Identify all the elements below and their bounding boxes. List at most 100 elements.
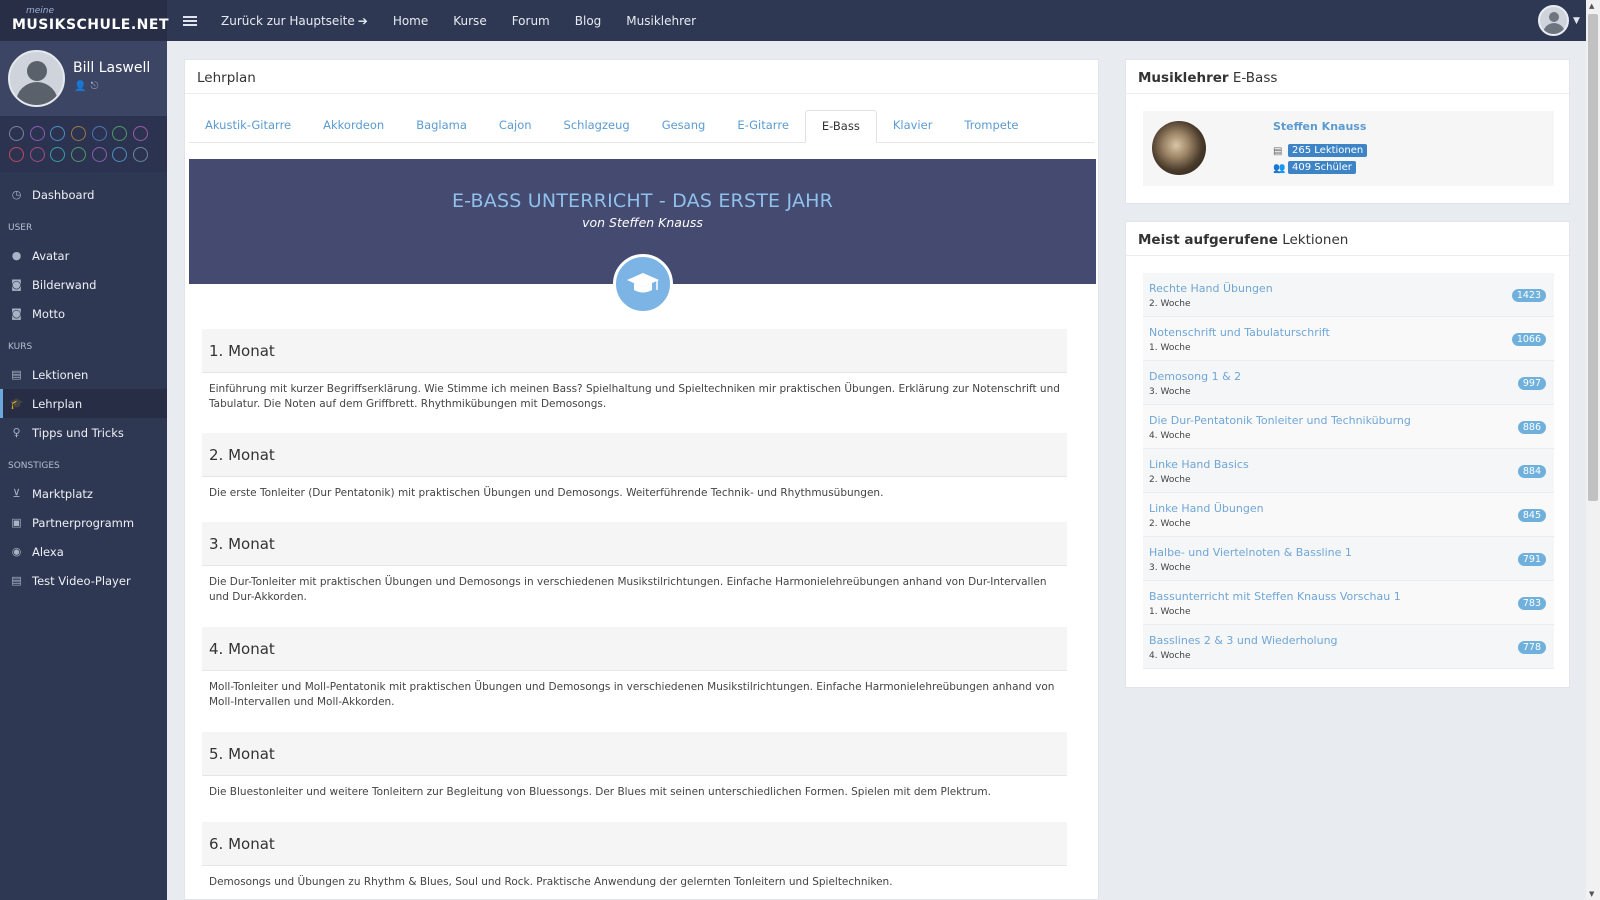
tab-baglama[interactable]: Baglama <box>400 110 483 143</box>
lesson-title-link[interactable]: Rechte Hand Übungen <box>1149 282 1273 295</box>
month-description: Die Dur-Tonleiter mit praktischen Übunge… <box>209 576 1047 603</box>
tab-cajon[interactable]: Cajon <box>483 110 548 143</box>
popular-lessons-list: Rechte Hand Übungen 2. Woche 1423 Notensch… <box>1143 273 1554 669</box>
page-scrollbar[interactable]: ▲ ▼ <box>1586 0 1600 900</box>
lesson-week: 3. Woche <box>1149 387 1191 397</box>
list-item[interactable]: Rechte Hand Übungen 2. Woche 1423 <box>1143 273 1554 317</box>
list-item[interactable]: Linke Hand Basics 2. Woche 884 <box>1143 449 1554 493</box>
theme-color-dot[interactable] <box>133 147 149 162</box>
lesson-title-link[interactable]: Linke Hand Basics <box>1149 458 1249 471</box>
graduation-cap-icon: 🎓 <box>9 397 24 410</box>
sidebar-item-lektionen[interactable]: ▤ Lektionen <box>0 360 167 389</box>
nav-back-to-main[interactable]: Zurück zur Hauptseite ➔ <box>221 14 368 28</box>
nav-musiklehrer[interactable]: Musiklehrer <box>626 14 696 28</box>
sidebar-item-bilderwand[interactable]: ◙ Bilderwand <box>0 270 167 299</box>
lesson-title-link[interactable]: Basslines 2 & 3 und Wiederholung <box>1149 634 1338 647</box>
chevron-down-icon[interactable]: ▼ <box>1573 16 1580 26</box>
logout-icon[interactable]: ⎋ <box>90 81 102 92</box>
nav-blog[interactable]: Blog <box>575 14 602 28</box>
sidebar-item-label: Lehrplan <box>32 396 83 411</box>
month-description: Einführung mit kurzer Begriffserklärung.… <box>209 383 1060 410</box>
students-count: 409 Schüler <box>1288 161 1356 174</box>
user-avatar-menu[interactable] <box>1538 5 1569 36</box>
theme-color-dot[interactable] <box>9 147 24 162</box>
theme-color-dot[interactable] <box>91 147 107 162</box>
theme-color-dot[interactable] <box>133 126 149 141</box>
theme-color-dot[interactable] <box>29 126 45 141</box>
lesson-title-link[interactable]: Demosong 1 & 2 <box>1149 370 1241 383</box>
tab-trompete[interactable]: Trompete <box>948 110 1034 143</box>
sidebar-item-dashboard[interactable]: ◷ Dashboard <box>0 180 167 209</box>
view-count-badge: 791 <box>1517 553 1546 566</box>
theme-color-dot[interactable] <box>91 126 107 141</box>
teacher-photo[interactable] <box>1152 121 1206 175</box>
lesson-week: 1. Woche <box>1149 607 1191 617</box>
sidebar-item-label: Lektionen <box>32 367 89 382</box>
tab-e-bass[interactable]: E-Bass <box>804 110 877 143</box>
list-item[interactable]: Notenschrift und Tabulaturschrift 1. Woch… <box>1143 317 1554 361</box>
sidebar-item-lehrplan[interactable]: 🎓 Lehrplan <box>0 389 167 418</box>
teacher-panel-title: Musiklehrer E-Bass <box>1126 60 1569 94</box>
sidebar-item-label: Partnerprogramm <box>32 515 135 530</box>
theme-color-dot[interactable] <box>9 126 24 141</box>
popular-title-bold: Meist aufgerufene <box>1138 232 1278 248</box>
nav-kurse[interactable]: Kurse <box>453 14 486 28</box>
lesson-title-link[interactable]: Linke Hand Übungen <box>1149 502 1264 515</box>
month-list: 1. Monat Einführung mit kurzer Begriffse… <box>202 329 1067 899</box>
sidebar-item-label: Alexa <box>32 544 64 559</box>
sidebar-item-alexa[interactable]: ◉ Alexa <box>0 537 167 566</box>
lesson-week: 1. Woche <box>1149 343 1191 353</box>
view-count-badge: 1066 <box>1511 333 1546 346</box>
sidebar-item-label: Test Video-Player <box>32 573 131 588</box>
month-4: 4. Monat Moll-Tonleiter und Moll-Pentato… <box>202 627 1067 732</box>
avatar[interactable] <box>8 50 65 107</box>
tab-akkordeon[interactable]: Akkordeon <box>307 110 400 143</box>
theme-color-dot[interactable] <box>112 147 128 162</box>
nav-forum[interactable]: Forum <box>512 14 550 28</box>
lesson-title-link[interactable]: Halbe- und Viertelnoten & Bassline 1 <box>1149 546 1352 559</box>
lesson-title-link[interactable]: Notenschrift und Tabulaturschrift <box>1149 326 1330 339</box>
film-icon: ▤ <box>1273 145 1283 157</box>
menu-toggle-icon[interactable] <box>183 14 197 28</box>
lesson-week: 4. Woche <box>1149 431 1191 441</box>
sidebar-item-motto[interactable]: ◙ Motto <box>0 299 167 328</box>
list-item[interactable]: Basslines 2 & 3 und Wiederholung 4. Woche… <box>1143 625 1554 669</box>
curriculum-panel: Lehrplan Akustik-Gitarre Akkordeon Bagla… <box>184 59 1099 900</box>
list-item[interactable]: Halbe- und Viertelnoten & Bassline 1 3. W… <box>1143 537 1554 581</box>
list-item[interactable]: Bassunterricht mit Steffen Knauss Vorsch… <box>1143 581 1554 625</box>
film-icon: ▤ <box>11 368 22 381</box>
graduation-cap-icon <box>613 254 673 314</box>
sidebar-item-label: Dashboard <box>32 187 95 202</box>
user-icon: ● <box>11 249 22 262</box>
nav-home[interactable]: Home <box>393 14 428 28</box>
tab-e-gitarre[interactable]: E-Gitarre <box>721 110 805 143</box>
sidebar-item-avatar[interactable]: ● Avatar <box>0 241 167 270</box>
tab-gesang[interactable]: Gesang <box>646 110 722 143</box>
sidebar-item-test-video-player[interactable]: ▤ Test Video-Player <box>0 566 167 595</box>
sidebar-item-tipps[interactable]: ♀ Tipps und Tricks <box>0 418 167 447</box>
lesson-title-link[interactable]: Bassunterricht mit Steffen Knauss Vorsch… <box>1149 590 1401 603</box>
theme-color-dot[interactable] <box>71 147 87 162</box>
theme-color-dot[interactable] <box>29 147 45 162</box>
theme-color-dot[interactable] <box>71 126 87 141</box>
scrollbar-thumb[interactable] <box>1588 14 1598 501</box>
tab-akustik-gitarre[interactable]: Akustik-Gitarre <box>189 110 307 143</box>
tab-klavier[interactable]: Klavier <box>877 110 949 143</box>
sidebar-item-partnerprogramm[interactable]: ▣ Partnerprogramm <box>0 508 167 537</box>
theme-color-dot[interactable] <box>50 126 66 141</box>
list-item[interactable]: Die Dur-Pentatonik Tonleiter und Technik… <box>1143 405 1554 449</box>
scroll-down-icon[interactable]: ▼ <box>1589 890 1594 898</box>
sidebar-item-marktplatz[interactable]: ⊻ Marktplatz <box>0 479 167 508</box>
camera-icon: ◙ <box>11 278 22 291</box>
tab-schlagzeug[interactable]: Schlagzeug <box>548 110 646 143</box>
theme-color-dot[interactable] <box>50 147 66 162</box>
teacher-name-link[interactable]: Steffen Knauss <box>1273 120 1366 133</box>
lesson-title-link[interactable]: Die Dur-Pentatonik Tonleiter und Technik… <box>1149 414 1411 427</box>
theme-color-dot[interactable] <box>112 126 128 141</box>
list-item[interactable]: Demosong 1 & 2 3. Woche 997 <box>1143 361 1554 405</box>
list-item[interactable]: Linke Hand Übungen 2. Woche 845 <box>1143 493 1554 537</box>
site-logo[interactable]: meine MUSIKSCHULE.NET <box>0 0 169 41</box>
scroll-up-icon[interactable]: ▲ <box>1589 2 1594 10</box>
user-icon[interactable]: 👤 <box>74 81 90 92</box>
view-count-badge: 886 <box>1517 421 1546 434</box>
